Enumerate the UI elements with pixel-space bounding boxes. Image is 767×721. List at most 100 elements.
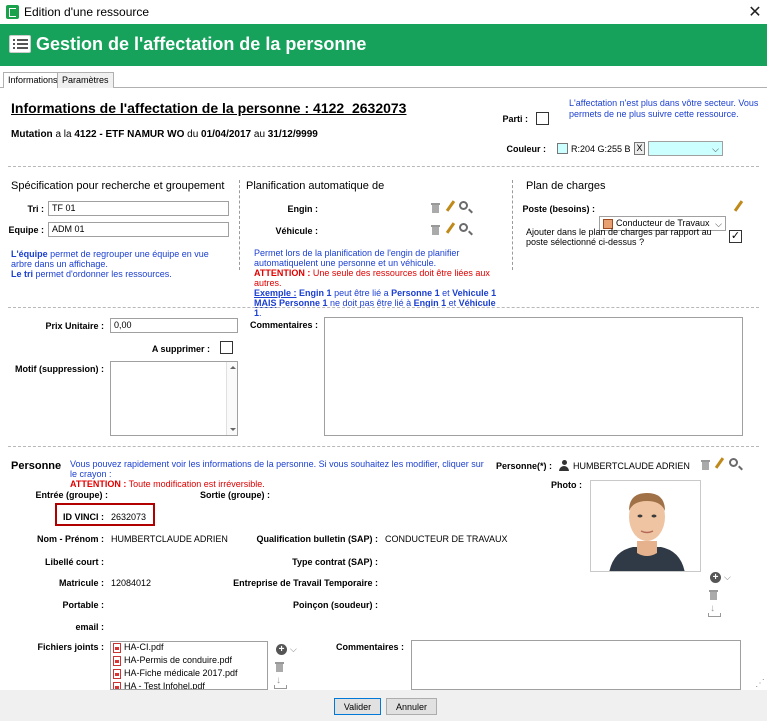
exemple-c: et xyxy=(439,288,453,298)
motif-textarea[interactable] xyxy=(110,361,238,436)
portable-label: Portable : xyxy=(62,600,104,610)
specification-title: Spécification pour recherche et groupeme… xyxy=(11,180,225,192)
tri-input[interactable]: TF 01 xyxy=(48,201,229,216)
nom-label: Nom - Prénom : xyxy=(36,534,104,544)
couleur-swatch xyxy=(557,143,568,154)
footer-bar: Valider Annuler xyxy=(0,690,767,721)
chevron-down-icon[interactable]: ⌵ xyxy=(290,644,297,655)
poste-pencil-icon[interactable] xyxy=(733,200,744,212)
mutation-du: du xyxy=(187,129,199,140)
id-value: 2632073 xyxy=(111,512,147,522)
personne-note-text: Vous pouvez rapidement voir les informat… xyxy=(70,459,484,479)
equipe-input[interactable]: ADM 01 xyxy=(48,222,229,237)
chevron-down-icon[interactable]: ⌵ xyxy=(724,572,731,583)
prix-commentaires-label: Commentaires : xyxy=(249,320,318,330)
planification-title: Planification automatique de xyxy=(246,180,385,192)
specification-note: L'équipe permet de regrouper une équipe … xyxy=(11,249,231,279)
prix-input[interactable]: 0,00 xyxy=(110,318,238,333)
page-header: Gestion de l'affectation de la personne xyxy=(0,24,767,66)
chevron-down-icon: ⌵ xyxy=(712,144,719,154)
list-item[interactable]: HA-Fiche médicale 2017.pdf xyxy=(111,668,267,681)
pdf-icon xyxy=(113,655,121,666)
close-icon[interactable]: ✕ xyxy=(746,2,764,22)
libelle-label: Libellé court : xyxy=(44,557,104,567)
mutation-word: Mutation xyxy=(11,129,53,140)
engin-pencil-icon[interactable] xyxy=(445,200,456,212)
vehicule-search-icon[interactable] xyxy=(459,223,468,232)
note-equipe-bold: L'équipe xyxy=(11,249,48,259)
fichiers-download-icon[interactable] xyxy=(274,675,287,689)
pdf-icon xyxy=(113,642,121,653)
personne-trash-icon[interactable] xyxy=(701,459,710,470)
section-title-info: Informations de l'affectation de la pers… xyxy=(11,100,407,116)
parti-label: Parti : xyxy=(502,114,528,124)
supprimer-label: A supprimer : xyxy=(151,344,210,354)
vertical-divider-2 xyxy=(512,180,513,270)
vehicule-label: Véhicule : xyxy=(275,226,318,236)
sortie-label: Sortie (groupe) : xyxy=(200,490,270,500)
exemple-b: peut être lié a xyxy=(331,288,392,298)
matricule-value: 12084012 xyxy=(111,578,152,588)
fichiers-list[interactable]: HA-CI.pdf HA-Permis de conduire.pdf HA-F… xyxy=(110,641,268,690)
poste-label: Poste (besoins) : xyxy=(522,204,595,214)
tri-label: Tri : xyxy=(27,204,44,214)
exemple-personne: Personne 1 xyxy=(391,288,440,298)
window-titlebar: Edition d'une ressource ✕ xyxy=(0,0,767,24)
ajouter-checkbox[interactable]: ✓ xyxy=(729,230,742,243)
page-title: Gestion de l'affectation de la personne xyxy=(36,34,367,54)
tab-parametres[interactable]: Paramètres xyxy=(57,72,114,88)
fichiers-add-icon[interactable]: + xyxy=(276,644,287,655)
resize-grip-icon[interactable]: ⋰ xyxy=(755,678,767,690)
vehicule-trash-icon[interactable] xyxy=(431,224,440,235)
pdf-icon xyxy=(113,668,121,679)
supprimer-checkbox[interactable] xyxy=(220,341,233,354)
photo-trash-icon[interactable] xyxy=(709,589,718,600)
annuler-button[interactable]: Annuler xyxy=(386,698,437,715)
personne-attention-rest: Toute modification est irréversible. xyxy=(126,479,265,489)
personne-label: Personne(*) : xyxy=(495,461,552,471)
valider-button[interactable]: Valider xyxy=(334,698,381,715)
parti-checkbox[interactable] xyxy=(536,112,549,125)
prix-commentaires-textarea[interactable] xyxy=(324,317,743,436)
engin-trash-icon[interactable] xyxy=(431,202,440,213)
couleur-label: Couleur : xyxy=(506,144,547,154)
personne-title: Personne xyxy=(11,460,62,472)
poincon-label: Poinçon (soudeur) : xyxy=(293,600,378,610)
couleur-clear-button[interactable]: X xyxy=(634,142,645,155)
list-item[interactable]: HA-CI.pdf xyxy=(111,642,267,655)
personne-value: HUMBERTCLAUDE ADRIEN xyxy=(573,461,690,471)
personne-commentaires-textarea[interactable] xyxy=(411,640,741,690)
personne-pencil-icon[interactable] xyxy=(714,457,725,469)
tab-informations[interactable]: Informations xyxy=(3,72,63,89)
couleur-dropdown[interactable]: ⌵ xyxy=(648,141,723,156)
mutation-line: Mutation a la 4122 - ETF NAMUR WO du 01/… xyxy=(11,129,318,140)
plan-charges-title: Plan de charges xyxy=(526,180,606,192)
exemple-vehicule: Vehicule 1 xyxy=(452,288,497,298)
secteur-note: L'affectation n'est plus dans vôtre sect… xyxy=(569,98,759,119)
tab-bar: Informations Paramètres xyxy=(0,72,767,89)
nom-value: HUMBERTCLAUDE ADRIEN xyxy=(111,534,228,544)
photo-download-icon[interactable] xyxy=(708,603,721,617)
note-tri-bold: Le tri xyxy=(11,269,34,279)
mais-d: . xyxy=(259,308,262,318)
planification-attention-bold: ATTENTION : xyxy=(254,268,311,278)
planification-note1: Permet lors de la planification de l'eng… xyxy=(254,248,460,268)
personne-attention-bold: ATTENTION : xyxy=(70,479,127,489)
vertical-divider-1 xyxy=(239,180,240,270)
photo-add-icon[interactable]: + xyxy=(710,572,721,583)
ajouter-text: Ajouter dans le plan de charges par rapp… xyxy=(526,227,712,247)
qualif-value: CONDUCTEUR DE TRAVAUX xyxy=(385,534,508,544)
fichiers-trash-icon[interactable] xyxy=(275,661,284,672)
list-item[interactable]: HA - Test Infohel.pdf xyxy=(111,681,267,689)
entree-label: Entrée (groupe) : xyxy=(35,490,108,500)
type-label: Type contrat (SAP) : xyxy=(292,557,378,567)
entreprise-label: Entreprise de Travail Temporaire : xyxy=(233,578,378,588)
list-item[interactable]: HA-Permis de conduire.pdf xyxy=(111,655,267,668)
engin-search-icon[interactable] xyxy=(459,201,468,210)
main-content: Informations de l'affectation de la pers… xyxy=(0,88,767,690)
motif-label: Motif (suppression) : xyxy=(15,364,104,374)
personne-search-icon[interactable] xyxy=(729,458,738,467)
motif-scrollbar[interactable] xyxy=(226,362,237,435)
person-photo xyxy=(590,480,701,572)
vehicule-pencil-icon[interactable] xyxy=(445,222,456,234)
